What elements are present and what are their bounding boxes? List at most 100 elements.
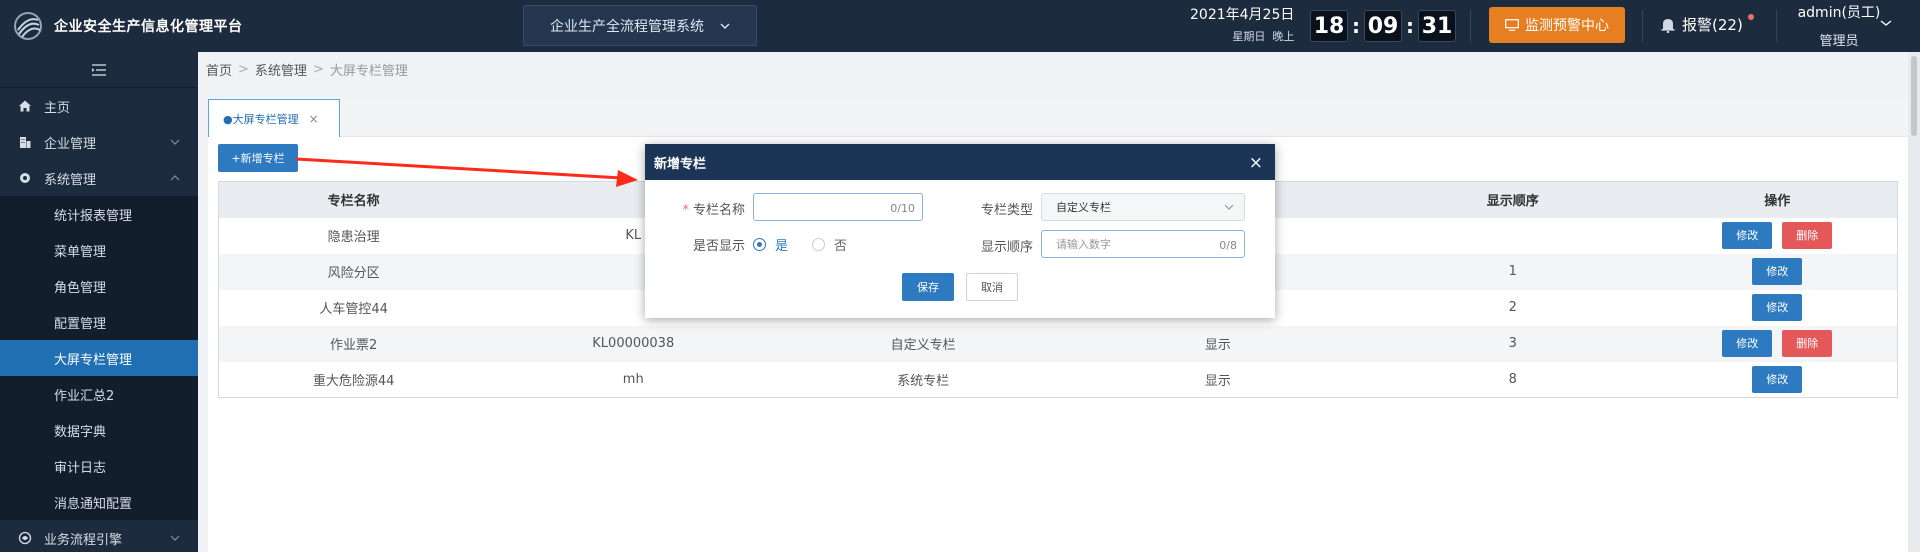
name-label-text: 专栏名称 bbox=[692, 203, 745, 218]
breadcrumb-separator: > bbox=[238, 62, 249, 77]
chevron-down-icon bbox=[170, 139, 180, 145]
cell-code: KL00000038 bbox=[488, 325, 779, 362]
app-title: 企业安全生产信息化管理平台 bbox=[54, 19, 243, 35]
cell-order: 8 bbox=[1367, 361, 1658, 398]
date-text: 2021年4月25日 bbox=[1190, 7, 1295, 23]
bell-icon bbox=[1661, 18, 1675, 33]
period: 晚上 bbox=[1272, 30, 1295, 43]
sidebar-subitem-audit-log[interactable]: 审计日志 bbox=[0, 448, 198, 484]
cell-show: 显示 bbox=[1068, 361, 1368, 398]
sidebar-subitem-config[interactable]: 配置管理 bbox=[0, 304, 198, 340]
tab-close-icon[interactable]: × bbox=[309, 112, 319, 126]
cell-show: 显示 bbox=[1068, 325, 1368, 362]
edit-button[interactable]: 修改 bbox=[1722, 330, 1773, 357]
home-icon bbox=[19, 100, 31, 112]
dialog-header: 新增专栏 × bbox=[645, 144, 1275, 180]
weekday-text: 星期日 晚上 bbox=[1190, 28, 1294, 44]
system-select-label: 企业生产全流程管理系统 bbox=[550, 18, 704, 35]
flow-icon bbox=[18, 531, 32, 545]
order-placeholder: 请输入数字 bbox=[1056, 238, 1111, 251]
cell-order: 1 bbox=[1367, 253, 1658, 290]
breadcrumb-separator: > bbox=[312, 62, 324, 77]
cell-type: 自定义专栏 bbox=[778, 325, 1068, 362]
show-no-label: 否 bbox=[834, 239, 848, 254]
system-select[interactable]: 企业生产全流程管理系统 bbox=[523, 5, 757, 46]
sidebar-item-workflow[interactable]: 业务流程引擎 bbox=[0, 520, 198, 552]
cell-name: 重大危险源44 bbox=[218, 361, 489, 398]
sidebar-item-home[interactable]: 主页 bbox=[0, 88, 198, 124]
cell-actions: 修改 bbox=[1657, 253, 1898, 290]
clock-colon: : bbox=[1406, 14, 1414, 38]
show-yes-radio[interactable]: 是 bbox=[753, 235, 788, 254]
weekday: 星期日 bbox=[1232, 30, 1266, 43]
sidebar-item-label: 配置管理 bbox=[54, 316, 107, 332]
sidebar-item-system[interactable]: 系统管理 bbox=[0, 160, 198, 196]
show-yes-label: 是 bbox=[775, 239, 789, 254]
sidebar-subitem-stat-report[interactable]: 统计报表管理 bbox=[0, 196, 198, 232]
sidebar-subitem-menu[interactable]: 菜单管理 bbox=[0, 232, 198, 268]
close-icon[interactable]: × bbox=[1249, 153, 1263, 173]
sidebar-item-enterprise[interactable]: 企业管理 bbox=[0, 124, 198, 160]
save-button[interactable]: 保存 bbox=[902, 273, 954, 301]
settings-icon bbox=[20, 173, 30, 183]
type-select[interactable]: 自定义专栏 bbox=[1041, 193, 1245, 221]
user-role: 管理员 bbox=[1819, 34, 1859, 49]
edit-button[interactable]: 修改 bbox=[1752, 365, 1803, 393]
cancel-button[interactable]: 取消 bbox=[966, 273, 1018, 301]
scrollbar-thumb[interactable] bbox=[1911, 56, 1917, 136]
chevron-down-icon[interactable] bbox=[1880, 18, 1892, 28]
sidebar-item-label: 统计报表管理 bbox=[54, 208, 133, 224]
user-menu[interactable]: admin(员工) 管理员 bbox=[1794, 2, 1884, 49]
name-input[interactable]: 0/10 bbox=[753, 193, 923, 221]
sidebar-subitem-bigscreen-column[interactable]: 大屏专栏管理 bbox=[0, 340, 198, 376]
tab-label: ●大屏专栏管理 bbox=[223, 112, 299, 126]
user-name: admin(员工) bbox=[1797, 5, 1881, 21]
chevron-down-icon bbox=[170, 535, 180, 541]
show-no-radio[interactable]: 否 bbox=[812, 235, 847, 254]
cell-name: 隐患治理 bbox=[218, 217, 489, 254]
menu-collapse-icon bbox=[92, 63, 106, 76]
delete-button[interactable]: 删除 bbox=[1782, 222, 1833, 249]
breadcrumb-home[interactable]: 首页 bbox=[206, 60, 232, 79]
sidebar-item-label: 系统管理 bbox=[44, 172, 97, 188]
tab-bigscreen-column[interactable]: ●大屏专栏管理 × bbox=[208, 99, 340, 137]
sidebar-item-label: 菜单管理 bbox=[54, 244, 107, 260]
name-char-count: 0/10 bbox=[890, 202, 915, 215]
date-display: 2021年4月25日 星期日 晚上 bbox=[1190, 4, 1294, 44]
sidebar-item-label: 企业管理 bbox=[44, 136, 97, 152]
divider bbox=[1776, 10, 1777, 42]
cell-actions: 修改 删除 bbox=[1657, 325, 1898, 362]
sidebar-item-label: 大屏专栏管理 bbox=[54, 352, 133, 368]
table-header: 专栏名称 bbox=[218, 181, 489, 218]
radio-checked-icon bbox=[753, 238, 766, 251]
clock-colon: : bbox=[1352, 14, 1360, 38]
delete-button[interactable]: 删除 bbox=[1782, 330, 1833, 357]
top-header: 企业安全生产信息化管理平台 企业生产全流程管理系统 2021年4月25日 星期日… bbox=[0, 0, 1920, 52]
page-scrollbar[interactable] bbox=[1908, 52, 1920, 552]
sidebar-subitem-job-summary[interactable]: 作业汇总2 bbox=[0, 376, 198, 412]
breadcrumb-section[interactable]: 系统管理 bbox=[255, 60, 307, 79]
sidebar-subitem-role[interactable]: 角色管理 bbox=[0, 268, 198, 304]
cell-order: 2 bbox=[1367, 289, 1658, 326]
order-input[interactable]: 请输入数字 0/8 bbox=[1041, 230, 1245, 258]
monitor-center-label: 监测预警中心 bbox=[1525, 18, 1609, 34]
sidebar-collapse-button[interactable] bbox=[0, 52, 198, 88]
cell-name: 风险分区 bbox=[218, 253, 489, 290]
sidebar-item-label: 业务流程引擎 bbox=[44, 532, 123, 548]
show-label: 是否显示 bbox=[692, 239, 745, 254]
sidebar-subitem-notification[interactable]: 消息通知配置 bbox=[0, 484, 198, 520]
edit-button[interactable]: 修改 bbox=[1752, 294, 1803, 321]
edit-button[interactable]: 修改 bbox=[1722, 222, 1773, 249]
breadcrumb-current: 大屏专栏管理 bbox=[329, 64, 408, 79]
sidebar-subitem-dictionary[interactable]: 数据字典 bbox=[0, 412, 198, 448]
edit-button[interactable]: 修改 bbox=[1752, 258, 1803, 285]
add-column-button[interactable]: +新增专栏 bbox=[218, 144, 298, 172]
alarm-button[interactable]: 报警(22) bbox=[1660, 14, 1754, 35]
cell-name: 人车管控44 bbox=[218, 289, 489, 326]
cell-order bbox=[1367, 217, 1658, 254]
cell-code: mh bbox=[488, 361, 779, 398]
add-column-dialog: 新增专栏 × * 专栏名称 0/10 专栏类型 自定义专栏 是否显示 是 否 显示… bbox=[645, 144, 1275, 318]
required-mark: * bbox=[682, 203, 689, 218]
monitor-center-button[interactable]: 监测预警中心 bbox=[1489, 7, 1625, 43]
cell-actions: 修改 bbox=[1657, 289, 1898, 326]
